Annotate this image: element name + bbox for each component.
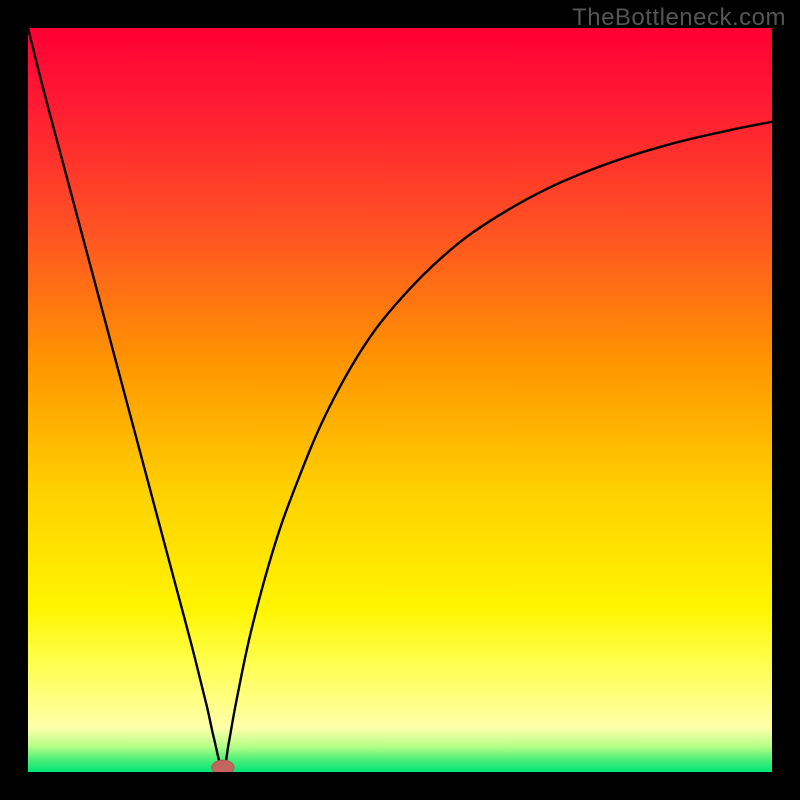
chart-frame: TheBottleneck.com (0, 0, 800, 800)
gradient-background (28, 28, 772, 772)
plot-area (28, 28, 772, 772)
minimum-marker (212, 760, 234, 772)
watermark-text: TheBottleneck.com (572, 4, 786, 32)
